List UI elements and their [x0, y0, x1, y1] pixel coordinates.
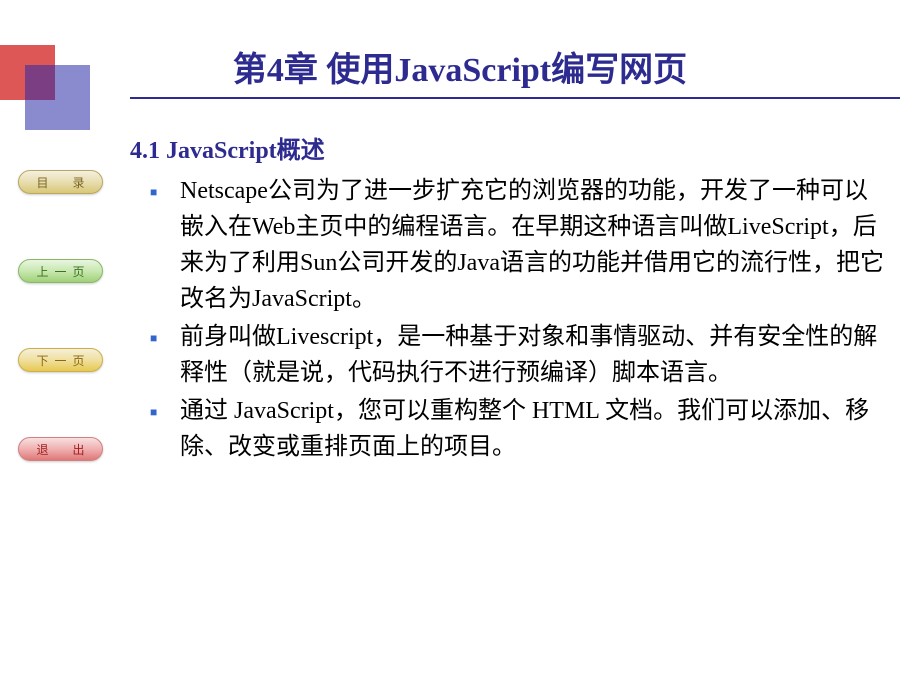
exit-button[interactable]: 退 出: [18, 437, 103, 461]
content-area: 4.1 JavaScript概述 Netscape公司为了进一步扩充它的浏览器的…: [130, 130, 890, 467]
bullet-list: Netscape公司为了进一步扩充它的浏览器的功能，开发了一种可以嵌入在Web主…: [130, 173, 890, 465]
toc-button-label: 目 录: [36, 174, 90, 191]
toc-button[interactable]: 目 录: [18, 170, 103, 194]
list-item: 通过 JavaScript，您可以重构整个 HTML 文档。我们可以添加、移除、…: [150, 393, 890, 465]
next-button-label: 下一页: [36, 352, 90, 369]
prev-button-label: 上一页: [36, 263, 90, 280]
nav-button-group: 目 录 上一页 下一页 退 出: [18, 170, 103, 526]
next-page-button[interactable]: 下一页: [18, 348, 103, 372]
list-item: 前身叫做Livescript，是一种基于对象和事情驱动、并有安全性的解释性（就是…: [150, 319, 890, 391]
section-heading: 4.1 JavaScript概述: [130, 130, 890, 165]
list-item: Netscape公司为了进一步扩充它的浏览器的功能，开发了一种可以嵌入在Web主…: [150, 173, 890, 317]
prev-page-button[interactable]: 上一页: [18, 259, 103, 283]
chapter-title: 第4章 使用JavaScript编写网页: [0, 42, 920, 91]
exit-button-label: 退 出: [36, 441, 90, 458]
title-underline: [130, 97, 900, 99]
